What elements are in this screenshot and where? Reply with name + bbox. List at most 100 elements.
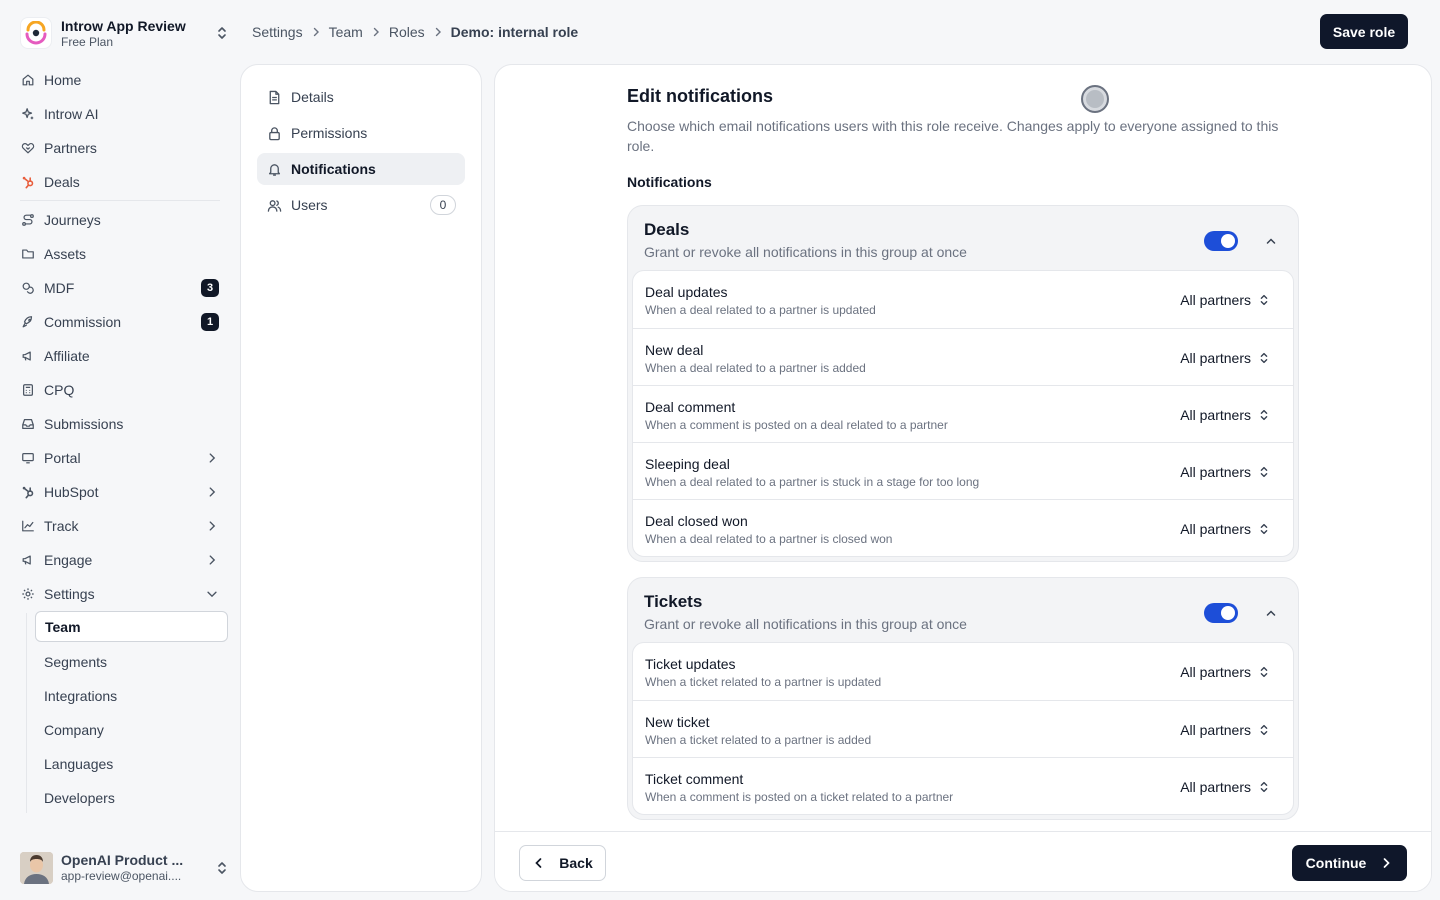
tab-notifications[interactable]: Notifications <box>257 153 465 185</box>
gear-icon <box>22 588 34 600</box>
settings-submenu: Team Segments Integrations Company Langu… <box>26 611 228 815</box>
sidebar-item-portal[interactable]: Portal <box>12 441 228 475</box>
chevron-right-icon <box>209 487 216 497</box>
bell-icon <box>268 163 281 176</box>
chevron-up-icon[interactable] <box>1265 607 1277 619</box>
folder-icon <box>22 249 34 259</box>
sidebar-item-journeys[interactable]: Journeys <box>12 203 228 237</box>
chevron-updown-icon <box>1260 466 1268 478</box>
sidebar-item-label: Journeys <box>44 212 101 228</box>
sidebar-item-mdf[interactable]: MDF 3 <box>12 271 228 305</box>
sparkle-icon <box>22 108 34 120</box>
tab-permissions[interactable]: Permissions <box>257 117 465 149</box>
breadcrumb-settings[interactable]: Settings <box>252 24 303 40</box>
sidebar-item-affiliate[interactable]: Affiliate <box>12 339 228 373</box>
notification-row: Sleeping deal When a deal related to a p… <box>633 442 1293 499</box>
chevron-updown-icon <box>1260 724 1268 736</box>
notification-row: New deal When a deal related to a partne… <box>633 328 1293 385</box>
tab-users[interactable]: Users 0 <box>257 189 465 221</box>
notifications-scroll-area[interactable]: Edit notifications Choose which email no… <box>495 65 1431 831</box>
audience-select[interactable]: All partners <box>1180 519 1271 539</box>
chevron-right-icon <box>209 521 216 531</box>
group-subtitle: Grant or revoke all notifications in thi… <box>644 616 967 632</box>
sidebar-item-label: Track <box>44 518 79 534</box>
audience-select[interactable]: All partners <box>1180 777 1271 797</box>
sidebar-item-introw-ai[interactable]: Introw AI <box>12 97 228 131</box>
sidebar-subitem-languages[interactable]: Languages <box>35 747 228 781</box>
document-icon <box>269 90 280 104</box>
org-switcher[interactable]: Introw App Review Free Plan <box>20 14 230 52</box>
save-role-button[interactable]: Save role <box>1320 14 1408 49</box>
chevron-updown-icon <box>218 862 226 874</box>
tab-label: Users <box>291 197 328 213</box>
audience-select[interactable]: All partners <box>1180 462 1271 482</box>
notification-row: New ticket When a ticket related to a pa… <box>633 700 1293 757</box>
audience-select[interactable]: All partners <box>1180 405 1271 425</box>
sidebar-subitem-team[interactable]: Team <box>35 611 228 642</box>
main-nav: Home Introw AI Partners Deals Journeys A… <box>12 63 228 815</box>
sidebar-item-label: Affiliate <box>44 348 90 364</box>
sidebar-item-engage[interactable]: Engage <box>12 543 228 577</box>
continue-button[interactable]: Continue <box>1292 845 1407 881</box>
chevron-right-icon <box>209 453 216 463</box>
sidebar-item-settings[interactable]: Settings <box>12 577 228 611</box>
group-subtitle: Grant or revoke all notifications in thi… <box>644 244 967 260</box>
sidebar-item-label: Settings <box>44 586 95 602</box>
breadcrumb-team[interactable]: Team <box>329 24 363 40</box>
audience-select[interactable]: All partners <box>1180 290 1271 310</box>
sidebar-item-home[interactable]: Home <box>12 63 228 97</box>
audience-select[interactable]: All partners <box>1180 720 1271 740</box>
audience-select[interactable]: All partners <box>1180 348 1271 368</box>
page-title: Edit notifications <box>627 86 773 106</box>
tab-label: Permissions <box>291 125 368 141</box>
sidebar-subitem-company[interactable]: Company <box>35 713 228 747</box>
home-icon <box>22 74 34 86</box>
avatar <box>20 852 53 884</box>
mdf-count-badge: 3 <box>201 279 219 297</box>
group-title: Tickets <box>644 592 703 611</box>
sidebar-item-label: CPQ <box>44 382 75 398</box>
tickets-group-toggle[interactable] <box>1204 603 1238 623</box>
sidebar-item-track[interactable]: Track <box>12 509 228 543</box>
deals-group-toggle[interactable] <box>1204 231 1238 251</box>
tab-label: Details <box>291 89 334 105</box>
notification-row: Deal closed won When a deal related to a… <box>633 499 1293 556</box>
sidebar-subitem-developers[interactable]: Developers <box>35 781 228 815</box>
notification-row: Ticket updates When a ticket related to … <box>633 643 1293 700</box>
chevron-right-icon <box>435 27 441 37</box>
org-logo <box>20 17 52 49</box>
back-button[interactable]: Back <box>519 845 606 881</box>
chevron-updown-icon <box>1260 666 1268 678</box>
sidebar-subitem-segments[interactable]: Segments <box>35 645 228 679</box>
sidebar-item-label: Commission <box>44 314 122 330</box>
tab-details[interactable]: Details <box>257 81 465 113</box>
sidebar-item-partners[interactable]: Partners <box>12 131 228 165</box>
megaphone-icon <box>22 555 31 565</box>
chevron-updown-icon <box>1260 352 1268 364</box>
chevron-right-icon <box>1383 858 1391 868</box>
chevron-left-icon <box>535 858 542 868</box>
audience-select[interactable]: All partners <box>1180 662 1271 682</box>
tab-label: Notifications <box>291 161 376 177</box>
commission-count-badge: 1 <box>201 313 219 331</box>
sidebar: Introw App Review Free Plan Home Introw … <box>0 0 240 900</box>
breadcrumb: Settings Team Roles Demo: internal role <box>252 22 578 42</box>
audience-value: All partners <box>1180 407 1251 423</box>
sidebar-item-cpq[interactable]: CPQ <box>12 373 228 407</box>
notification-group-tickets: Tickets Grant or revoke all notification… <box>627 577 1299 820</box>
chevron-up-icon[interactable] <box>1265 235 1277 247</box>
sidebar-item-submissions[interactable]: Submissions <box>12 407 228 441</box>
chevron-right-icon <box>313 27 319 37</box>
user-menu[interactable]: OpenAI Product ... app-review@openai.... <box>20 852 230 884</box>
audience-value: All partners <box>1180 292 1251 308</box>
breadcrumb-roles[interactable]: Roles <box>389 24 425 40</box>
sidebar-item-assets[interactable]: Assets <box>12 237 228 271</box>
rocket-icon <box>22 316 33 328</box>
sidebar-item-hubspot[interactable]: HubSpot <box>12 475 228 509</box>
sidebar-item-label: HubSpot <box>44 484 99 500</box>
user-name: OpenAI Product ... <box>61 852 184 868</box>
sidebar-item-commission[interactable]: Commission 1 <box>12 305 228 339</box>
sidebar-item-deals[interactable]: Deals <box>12 165 228 199</box>
audience-value: All partners <box>1180 779 1251 795</box>
sidebar-subitem-integrations[interactable]: Integrations <box>35 679 228 713</box>
